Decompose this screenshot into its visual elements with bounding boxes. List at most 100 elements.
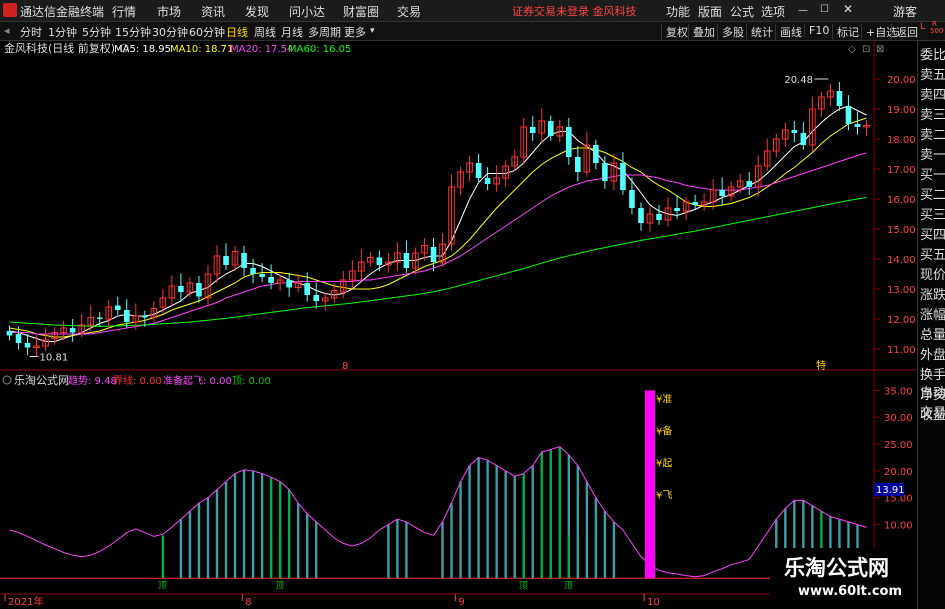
f10-button[interactable]: F10 [804, 24, 829, 37]
candle-down [96, 317, 103, 319]
overlay-button[interactable]: 叠加 [688, 24, 715, 40]
sidebar-label: 买五 [920, 248, 945, 263]
candle-down [484, 178, 491, 184]
bottom-mark: 顶 [158, 580, 167, 591]
indicator-bar [531, 465, 534, 579]
x-tick-label: 2021年 [8, 595, 43, 608]
high-price-label: 20.48 [784, 75, 813, 86]
menu-item-layout[interactable]: 版面 [698, 3, 722, 20]
candle-down [593, 145, 599, 163]
menu-item-trade[interactable]: 交易 [397, 3, 421, 20]
close-button[interactable]: ✕ [843, 2, 853, 16]
diamond-icon[interactable]: ◇ [848, 44, 856, 55]
draw-button[interactable]: 画线 [775, 24, 802, 40]
guest-label[interactable]: 游客 [893, 3, 917, 20]
candle-down [69, 328, 76, 333]
indicator-bar [450, 503, 453, 579]
indicator-bar [468, 465, 471, 579]
ma-line-ma5 [9, 105, 867, 342]
price-tick-label: 19.00 [887, 105, 916, 116]
candle-down [656, 214, 662, 220]
mark-button[interactable]: 标记 [832, 24, 859, 40]
tab-1min[interactable]: 1分钟 [48, 24, 77, 40]
tab-30min[interactable]: 30分钟 [152, 24, 188, 40]
restore-icon[interactable]: ⊡ [862, 44, 870, 55]
nav-left-icon[interactable]: ◂ [4, 24, 10, 37]
menu-item-quotes[interactable]: 行情 [112, 3, 136, 20]
indicator-bar [287, 489, 291, 579]
menu-item-market[interactable]: 市场 [157, 3, 181, 20]
signal-char: ¥备 [656, 424, 672, 437]
menu-item-wealth[interactable]: 财富圈 [343, 3, 379, 20]
sidebar-label: 换手 [920, 368, 945, 383]
axis-mark-8: 8 [342, 361, 348, 372]
indicator-bar [405, 521, 408, 579]
indicator-bar [513, 476, 516, 579]
indicator-bar [558, 446, 561, 579]
close-pane-icon[interactable]: ⊠ [876, 44, 884, 55]
chart-area[interactable]: 11.00 12.00 13.00 14.00 15.00 16.00 17.00 18.00… [0, 41, 917, 609]
more-dropdown-icon[interactable]: ▾ [370, 26, 375, 36]
minimize-button[interactable]: — [798, 5, 808, 16]
candle-down [250, 268, 256, 274]
indicator-tick-label: 20.00 [884, 467, 913, 478]
login-notice[interactable]: 证券交易未登录 金风科技 [512, 3, 637, 19]
price-tick-label: 13.00 [887, 285, 916, 296]
indicator-bar [477, 457, 480, 579]
candle-down [313, 295, 320, 301]
indicator-settings-icon[interactable] [2, 375, 12, 385]
adjust-button[interactable]: 复权 [661, 24, 688, 40]
price-tick-label: 16.00 [887, 195, 916, 206]
sidebar-label: 委比 [920, 48, 945, 63]
menu-item-options[interactable]: 选项 [761, 3, 785, 20]
candle-down [547, 121, 554, 136]
menu-item-ask[interactable]: 问小达 [289, 3, 325, 20]
candle-down [746, 181, 753, 187]
back-button[interactable]: 返回 [891, 24, 918, 40]
menu-item-news[interactable]: 资讯 [201, 3, 225, 20]
signal-char: ¥准 [656, 393, 672, 405]
maximize-button[interactable]: ☐ [820, 4, 829, 15]
tab-60min[interactable]: 60分钟 [189, 24, 225, 40]
legend-ma60: MA60: 16.05 [288, 44, 351, 55]
quote-sidebar: L R 500 委比 卖五 卖四 卖三 卖二 卖一 买一 买二 买三 买四 买五 现价 涨跌 涨幅 总量 外盘… [917, 20, 945, 609]
tab-timeshare[interactable]: 分时 [20, 24, 42, 40]
moving-average-lines [9, 105, 867, 342]
candle-down [142, 316, 148, 318]
indicator-bar [188, 511, 192, 579]
menu-item-discover[interactable]: 发现 [245, 3, 269, 20]
indicator-bars: 顶 顶 顶 顶 ¥准 ¥备 ¥起 ¥飞 [9, 390, 867, 591]
indicator-bar [585, 481, 589, 579]
multi-stock-button[interactable]: 多股 [717, 24, 744, 40]
indicator-bar [486, 460, 489, 579]
tab-monthly[interactable]: 月线 [281, 24, 303, 40]
stats-button[interactable]: 统计 [746, 24, 773, 40]
candle-down [196, 283, 202, 297]
menu-item-formula[interactable]: 公式 [730, 3, 754, 20]
x-tick-label: 8 [245, 597, 251, 608]
price-tick-label: 18.00 [887, 135, 916, 146]
candle-down [674, 208, 680, 211]
signal-char: ¥起 [656, 457, 672, 469]
ma-line-ma10 [9, 117, 867, 338]
indicator-bar [441, 521, 444, 579]
tab-multi-period[interactable]: 多周期 [308, 24, 341, 40]
sidebar-label: 外盘 [920, 348, 945, 363]
signal-char: ¥飞 [656, 490, 672, 501]
indicator-bar [315, 521, 318, 579]
candle-down [602, 163, 608, 181]
candle-down [114, 305, 121, 310]
legend-ma10: MA10: 18.71 [170, 44, 233, 55]
indicator-bar [612, 521, 616, 579]
candle-down [575, 157, 581, 172]
tab-5min[interactable]: 5分钟 [82, 24, 111, 40]
tab-more[interactable]: 更多 [344, 24, 366, 40]
tab-weekly[interactable]: 周线 [254, 24, 276, 40]
tab-15min[interactable]: 15分钟 [115, 24, 151, 40]
indicator-bar [504, 470, 507, 579]
menu-item-function[interactable]: 功能 [666, 3, 690, 20]
candle-down [123, 310, 130, 322]
candlesticks [6, 78, 870, 357]
tab-daily[interactable]: 日线 [226, 24, 248, 40]
sidebar-label: 交易 [920, 406, 945, 421]
